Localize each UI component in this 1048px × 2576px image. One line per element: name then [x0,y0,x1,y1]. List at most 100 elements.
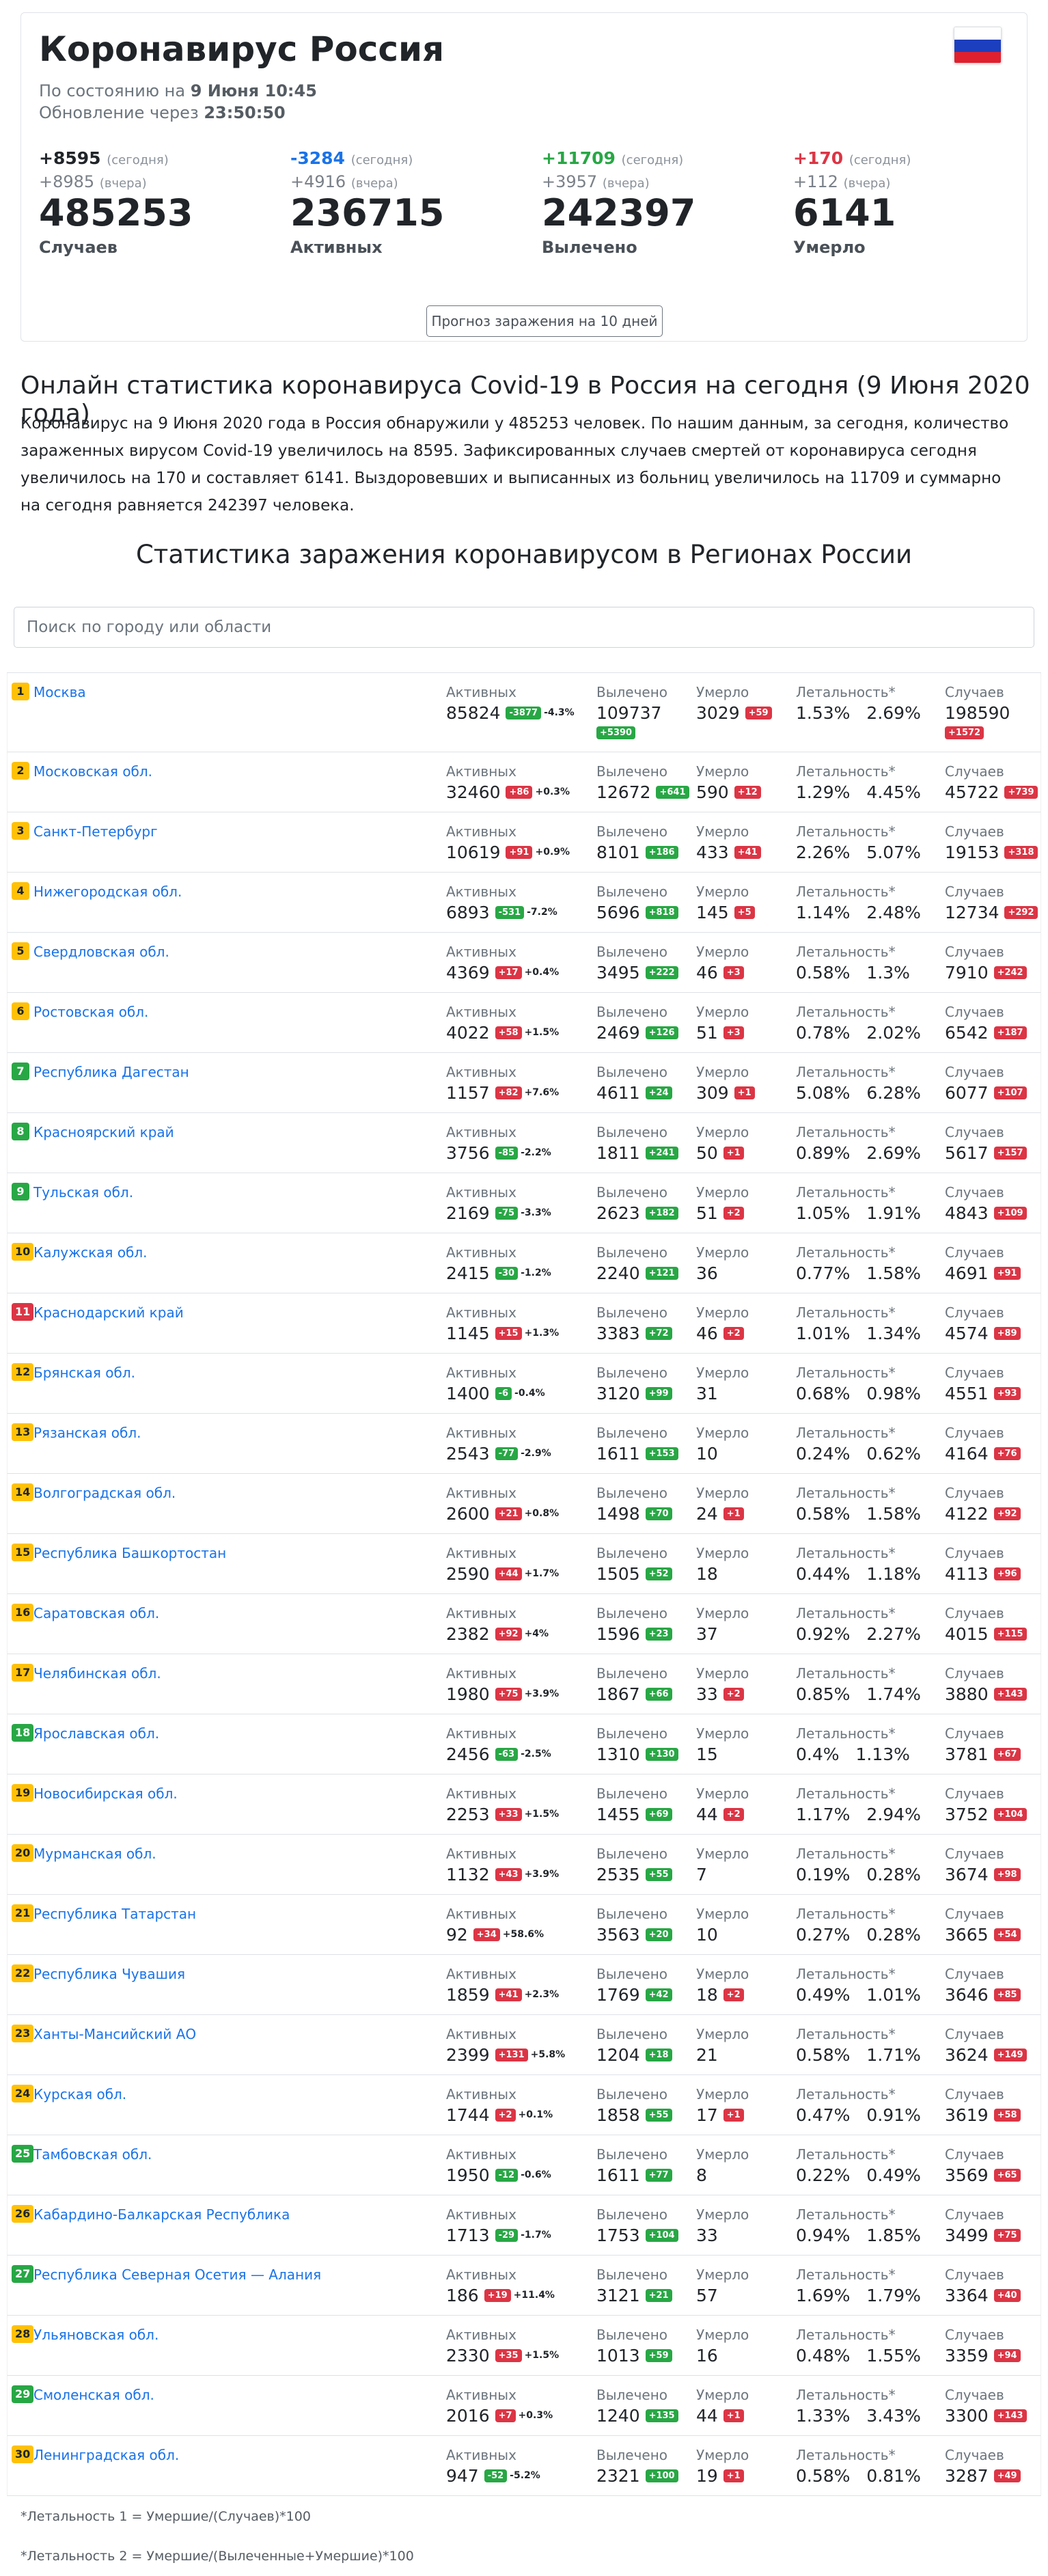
region-link[interactable]: Ярославская обл. [33,1725,159,1742]
rank-badge: 12 [12,1363,34,1381]
stat-delta-yesterday: +8985 (вчера) [39,172,147,191]
cases-column: Случаев 3674 +98 [945,1846,1021,1885]
lethality-label: Летальность* [796,883,896,900]
region-link[interactable]: Москва [33,684,86,700]
region-link[interactable]: Московская обл. [33,763,152,780]
region-link[interactable]: Ростовская обл. [33,1004,148,1020]
recovered-label: Вылечено [596,1425,668,1441]
lethality-1: 0.44% [796,1564,851,1584]
region-link[interactable]: Ленинградская обл. [33,2447,179,2463]
cases-change-badge: +92 [993,1507,1021,1520]
recovered-value: 1310 [596,1744,640,1764]
lethality-2: 2.27% [866,1624,921,1644]
forecast-button[interactable]: Прогноз заражения на 10 дней [426,305,663,337]
recovered-label: Вылечено [596,2026,668,2042]
lethality-2: 1.01% [866,1985,921,2005]
region-link[interactable]: Ханты-Мансийский АО [33,2026,196,2042]
region-link[interactable]: Саратовская обл. [33,1605,159,1621]
cases-value: 4551 [945,1384,989,1403]
active-change-badge: +43 [495,1867,522,1881]
rank-badge: 11 [12,1303,34,1321]
region-link[interactable]: Брянская обл. [33,1365,135,1381]
cases-change-badge: +107 [993,1086,1027,1099]
region-link[interactable]: Республика Дагестан [33,1064,189,1080]
region-link[interactable]: Красноярский край [33,1124,174,1140]
lethality-1: 0.94% [796,2225,851,2245]
cases-column: Случаев 19153 +318 [945,823,1038,862]
recovered-change-badge: +20 [645,1928,672,1941]
cases-column: Случаев 4551 +93 [945,1365,1021,1403]
lethality-1: 0.58% [796,1504,851,1524]
cases-change-badge: +75 [993,2228,1021,2242]
died-column: Умерло 50 +1 [696,1124,749,1163]
region-link[interactable]: Челябинская обл. [33,1665,161,1682]
recovered-column: Вылечено 1013 +59 [596,2327,672,2366]
cases-column: Случаев 7910 +242 [945,944,1027,983]
recovered-change-badge: +222 [645,965,678,979]
cases-label: Случаев [945,1064,1004,1080]
active-value: 1980 [446,1684,490,1704]
region-link[interactable]: Кабардино-Балкарская Республика [33,2206,290,2223]
active-column: Активных 1400 -6 -0.4% [446,1365,545,1403]
died-change-badge: +1 [723,2469,744,2482]
lethality-column: Летальность* 0.24% 0.62% [796,1425,921,1464]
stat-delta-today: +8595 (сегодня) [39,148,169,168]
lethality-1: 0.92% [796,1624,851,1644]
died-change-badge: +41 [734,845,761,859]
rank-badge: 1 [12,683,29,700]
died-value: 44 [696,2406,718,2426]
active-label: Активных [446,1485,516,1501]
table-row: 19 Новосибирская обл. Активных 2253 +33 +1.5… [7,1775,1041,1835]
region-link[interactable]: Тамбовская обл. [33,2146,152,2163]
region-link[interactable]: Ульяновская обл. [33,2327,158,2343]
region-link[interactable]: Смоленская обл. [33,2387,154,2403]
cases-column: Случаев 3300 +143 [945,2387,1027,2426]
lethality-column: Летальность* 0.27% 0.28% [796,1906,921,1945]
region-link[interactable]: Свердловская обл. [33,944,169,960]
lethality-1: 0.77% [796,1263,851,1283]
lethality-column: Летальность* 0.58% 0.81% [796,2447,921,2486]
region-link[interactable]: Калужская обл. [33,1244,148,1261]
died-label: Умерло [696,944,749,960]
died-value: 50 [696,1143,718,1163]
lethality-column: Летальность* 0.47% 0.91% [796,2086,921,2125]
recovered-value: 2623 [596,1203,640,1223]
cases-value: 198590 [945,703,1010,723]
active-change-pct: +0.3% [518,2410,553,2421]
stat-value: 6141 [793,191,896,234]
region-link[interactable]: Курская обл. [33,2086,126,2102]
active-change-badge: +82 [495,1086,522,1099]
region-link[interactable]: Мурманская обл. [33,1846,156,1862]
rank-badge: 4 [12,882,29,900]
region-link[interactable]: Новосибирская обл. [33,1785,178,1802]
region-link[interactable]: Волгоградская обл. [33,1485,176,1501]
recovered-change-badge: +153 [645,1447,678,1460]
region-link[interactable]: Краснодарский край [33,1304,184,1321]
died-change-badge: +1 [723,2409,744,2422]
recovered-label: Вылечено [596,1846,668,1862]
active-column: Активных 6893 -531 -7.2% [446,883,557,922]
lethality-1: 1.05% [796,1203,851,1223]
region-link[interactable]: Республика Башкортостан [33,1545,226,1561]
recovered-change-badge: +72 [645,1326,672,1340]
status-date: 9 Июня 10:45 [190,81,317,100]
region-link[interactable]: Санкт-Петербург [33,823,158,840]
lethality-column: Летальность* 0.49% 1.01% [796,1966,921,2005]
lethality-label: Летальность* [796,2206,896,2223]
region-link[interactable]: Республика Чувашия [33,1966,185,1982]
region-link[interactable]: Рязанская обл. [33,1425,141,1441]
region-link[interactable]: Нижегородская обл. [33,883,182,900]
died-label: Умерло [696,1004,749,1020]
active-change-badge: +131 [495,2048,528,2061]
search-input[interactable] [14,607,1034,648]
lethality-2: 0.28% [866,1865,921,1885]
lethality-label: Летальность* [796,2086,896,2102]
active-change-pct: -1.7% [521,2230,551,2241]
recovered-label: Вылечено [596,944,668,960]
region-link[interactable]: Республика Татарстан [33,1906,196,1922]
region-link[interactable]: Республика Северная Осетия — Алания [33,2266,321,2283]
cases-value: 4691 [945,1263,989,1283]
active-value: 2399 [446,2045,490,2065]
active-change-badge: +7 [495,2409,516,2422]
region-link[interactable]: Тульская обл. [33,1184,133,1201]
